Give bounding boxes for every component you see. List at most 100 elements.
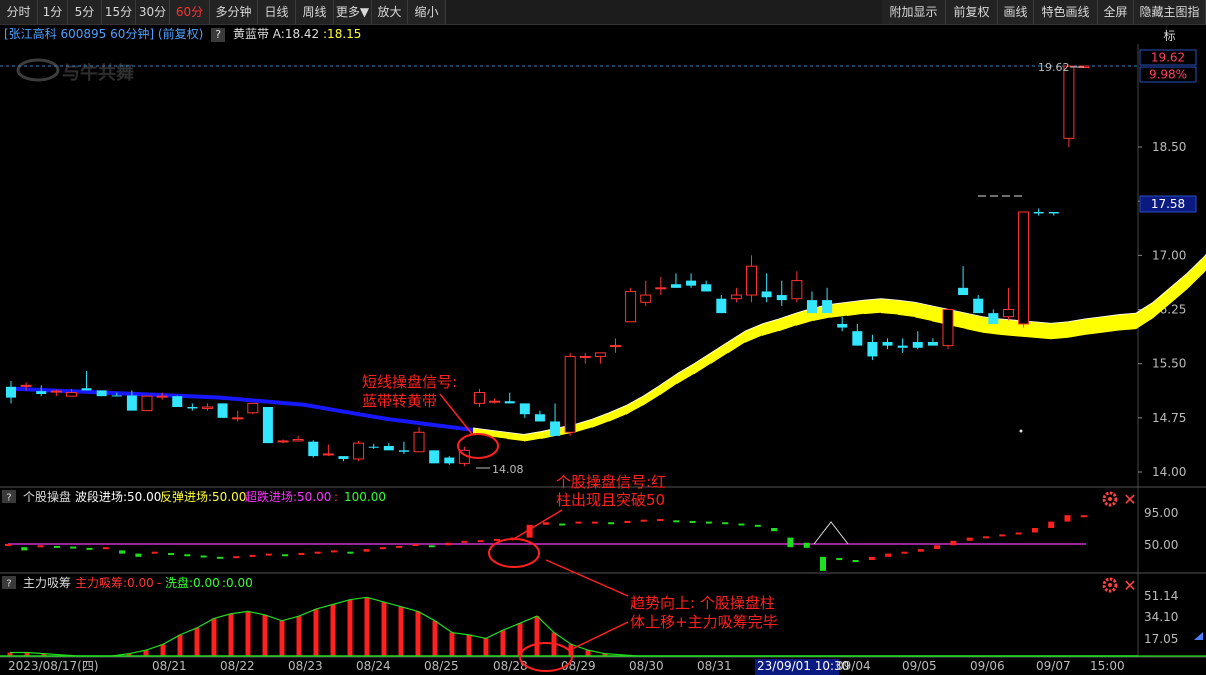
panel2-bar-6: [102, 547, 109, 550]
kline-chart[interactable]: 与牛共舞 18.5017.7517.0016.2515.5014.7514.00…: [0, 0, 1206, 675]
band-seg-42: [711, 342, 728, 364]
band-seg-14: [235, 396, 252, 403]
candle-body-66: [1002, 309, 1014, 318]
top-pct-label: 9.98%: [1149, 68, 1187, 82]
band-seg-12: [201, 394, 218, 400]
panel2-bar-53: [868, 556, 875, 560]
panel2-rebound-entry: 反弹进场:50.00: [160, 490, 246, 504]
panel2-settings-icon[interactable]: [1102, 491, 1118, 507]
candle-body-18: [277, 440, 289, 443]
panel2-bar-14: [233, 556, 240, 559]
panel2-bar-65: [1064, 515, 1071, 522]
band-seg-59: [1000, 318, 1017, 337]
panel2-bar-50: [820, 556, 826, 571]
panel2-bar-36: [591, 521, 598, 524]
band-seg-41: [694, 352, 711, 375]
candle-body-43: [655, 287, 667, 290]
panel2-bar-42: [689, 520, 696, 523]
band-seg-16: [269, 399, 286, 406]
panel2-bar-25: [412, 544, 419, 546]
band-seg-37: [626, 396, 643, 415]
candle-body-17: [262, 407, 273, 444]
panel2-bar-66: [1080, 515, 1087, 518]
panel-accumulation: ? 主力吸筹 主力吸筹:0.00 - 洗盘:0.00 :0.00 51.14 3…: [0, 575, 1206, 657]
panel3-settings-icon[interactable]: [1102, 577, 1118, 593]
panel2-bar-63: [1031, 528, 1038, 533]
high-mark: 19.62: [1038, 61, 1070, 74]
candles: [6, 65, 1090, 467]
panel2-bar-49: [803, 542, 810, 548]
panel2-bar-1: [21, 547, 28, 551]
scroll-corner-icon[interactable]: [1194, 632, 1203, 640]
band-seg-20: [337, 408, 354, 416]
candle-body-38: [579, 355, 591, 358]
band-seg-22: [371, 414, 388, 422]
panel2-bar-8: [135, 553, 142, 557]
candle-body-2: [36, 391, 47, 394]
panel2-bar-30: [494, 538, 500, 541]
price-tick-5: 14.75: [1152, 411, 1186, 425]
panel2-bar-54: [885, 553, 892, 557]
date-label-13: 09/06: [970, 659, 1005, 673]
panel2-bar-26: [428, 545, 435, 548]
watermark-logo: 与牛共舞: [16, 58, 134, 84]
band-seg-24: [405, 419, 422, 426]
panel2-bar-27: [445, 542, 452, 546]
panel2-bar-4: [70, 546, 77, 549]
date-label-11: 09/04: [836, 659, 871, 673]
candle-body-21: [322, 453, 334, 456]
candle-body-24: [368, 446, 379, 448]
svg-text:个股操盘信号:红: 个股操盘信号:红: [556, 473, 666, 491]
candle-body-29: [444, 457, 455, 464]
candle-body-15: [232, 417, 244, 420]
candle-body-41: [625, 290, 637, 323]
band-seg-11: [184, 394, 201, 399]
panel3-extra-value: :0.00: [222, 576, 253, 590]
band-seg-34: [575, 419, 592, 433]
band-seg-65: [1102, 314, 1119, 333]
band-seg-23: [388, 417, 405, 424]
candle-body-0: [6, 386, 16, 398]
candle-body-9: [141, 395, 153, 412]
candle-body-1: [20, 384, 32, 387]
band-seg-52: [881, 298, 898, 315]
panel2-bar-5: [86, 547, 93, 550]
band-seg-17: [286, 401, 303, 407]
panel2-close-icon[interactable]: ✕: [1123, 490, 1136, 509]
panel3-close-icon[interactable]: ✕: [1123, 576, 1136, 595]
panel2-bar-48: [787, 537, 794, 548]
panel2-bar-29: [477, 540, 484, 543]
panel2-bar-35: [575, 521, 582, 524]
panel3-help-icon[interactable]: ?: [6, 579, 11, 590]
candle-body-63: [958, 287, 969, 296]
candle-body-44: [670, 284, 681, 288]
band-seg-62: [1051, 321, 1068, 340]
band-seg-38: [643, 385, 660, 406]
panel2-help-icon[interactable]: ?: [6, 493, 11, 504]
candle-body-12: [187, 407, 198, 409]
panel2-bar-60: [983, 536, 989, 539]
price-tick-0: 18.50: [1152, 140, 1186, 154]
candle-body-5: [81, 388, 92, 391]
panel2-bar-58: [950, 540, 957, 546]
date-label-3: 08/23: [288, 659, 323, 673]
panel2-bar-16: [265, 553, 272, 556]
candle-body-32: [489, 400, 501, 403]
panel2-bar-45: [738, 523, 745, 526]
price-tick-2: 17.00: [1152, 248, 1186, 262]
date-label-15: 15:00: [1090, 659, 1125, 673]
panel2-bar-21: [347, 551, 354, 554]
candle-body-42: [640, 294, 652, 303]
panel2-bar-24: [396, 545, 403, 548]
panel2-tick-50: 50.00: [1144, 538, 1178, 552]
panel3-tick-3: 17.05: [1144, 632, 1178, 646]
panel3-line: [10, 596, 1206, 657]
panel2-bar-34: [559, 523, 566, 526]
band-seg-69: [1170, 273, 1187, 304]
panel2-bar-33: [542, 522, 549, 525]
candle-body-31: [473, 392, 485, 404]
band-seg-49: [830, 302, 847, 318]
panel2-name: 个股操盘: [23, 489, 71, 504]
panel2-bar-41: [673, 520, 680, 523]
panel2-bar-46: [754, 524, 761, 527]
